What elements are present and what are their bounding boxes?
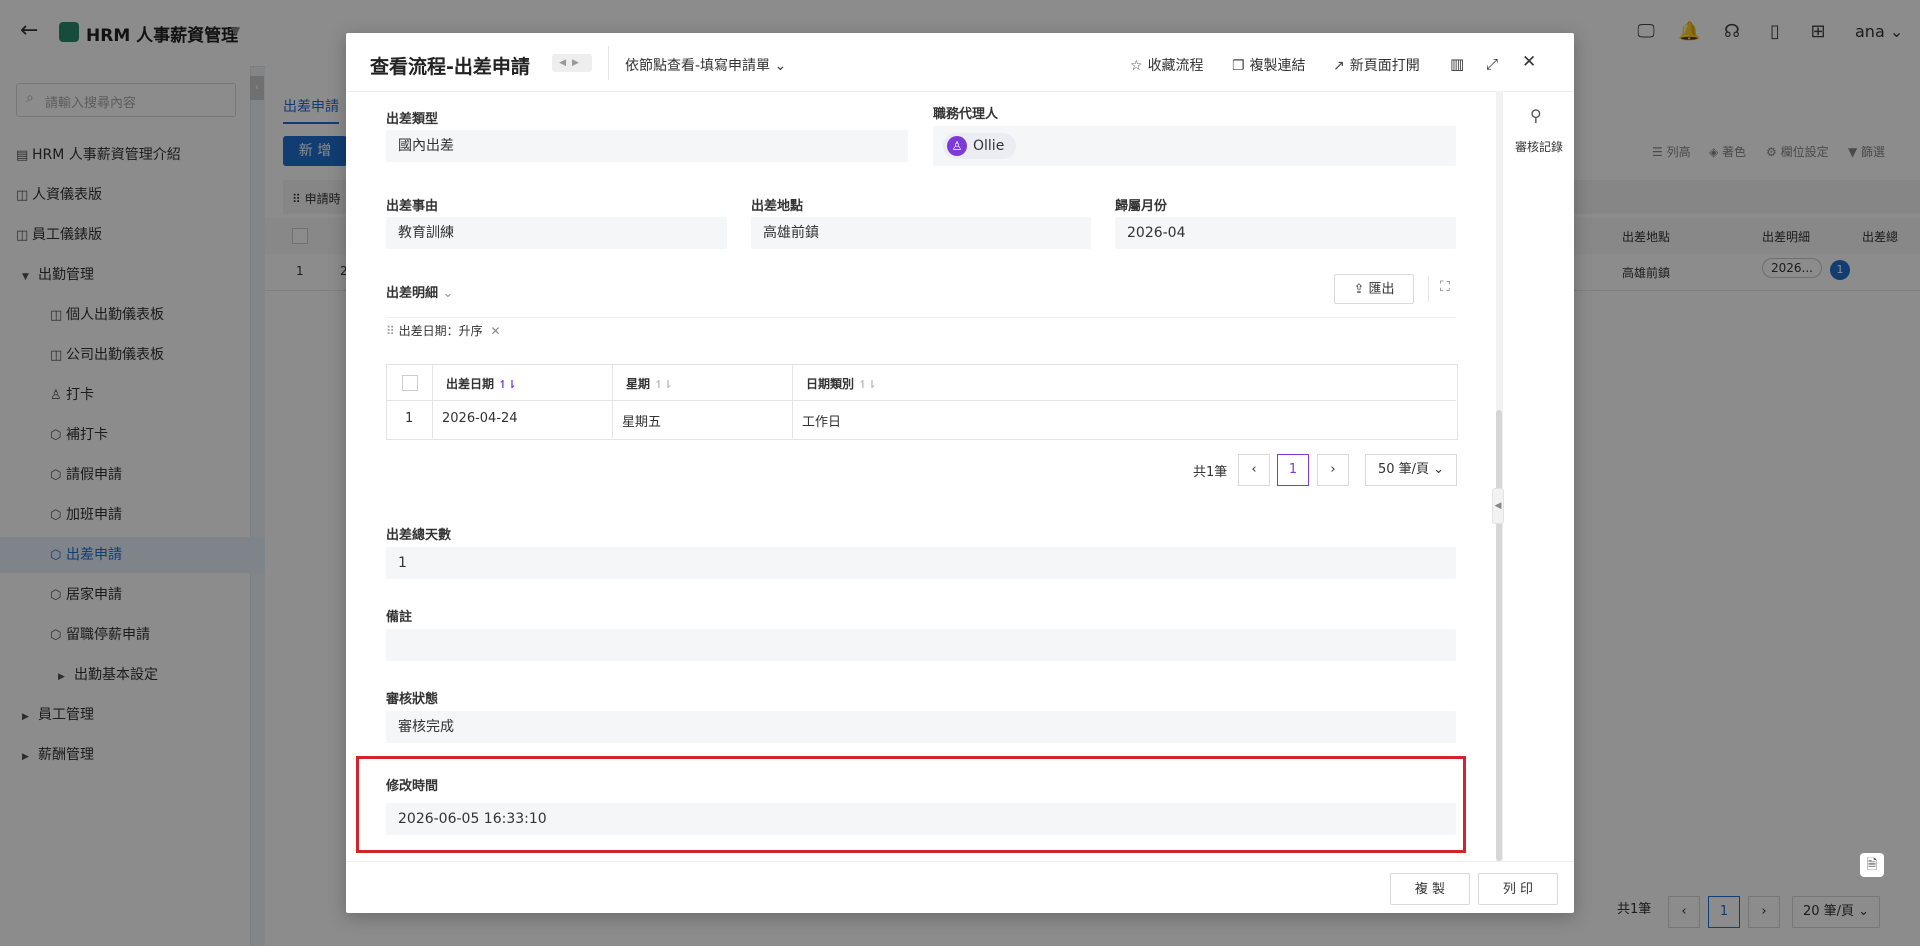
prev-page-button[interactable]: ‹ <box>1238 454 1270 486</box>
select-all-checkbox[interactable] <box>402 375 418 391</box>
total-days-field[interactable]: 1 <box>386 547 1456 579</box>
fullscreen-icon[interactable]: ⤢ <box>1486 55 1498 73</box>
copy-button[interactable]: 複 製 <box>1390 873 1470 905</box>
prev-next-arrows-icon[interactable]: ◀▶ <box>552 54 592 72</box>
sort-icon[interactable]: ↿⇂ <box>654 378 672 391</box>
document-icon[interactable]: 🗎 <box>1860 853 1884 877</box>
table-divider <box>386 400 1456 401</box>
month-field[interactable]: 2026-04 <box>1115 217 1456 249</box>
location-field[interactable]: 高雄前鎮 <box>751 217 1091 249</box>
detail-label[interactable]: 出差明細 ⌄ <box>386 282 453 301</box>
status-label: 審核狀態 <box>386 692 439 707</box>
favorite-button[interactable]: ☆ 收藏流程 <box>1130 55 1204 75</box>
column-header-date-type[interactable]: 日期類別 ↿⇂ <box>806 375 877 392</box>
status-field[interactable]: 審核完成 <box>386 711 1456 743</box>
avatar-icon: ♙ <box>947 136 967 156</box>
star-icon: ☆ <box>1130 58 1143 74</box>
location-label: 出差地點 <box>751 199 804 214</box>
reason-label: 出差事由 <box>386 199 439 214</box>
remark-label: 備註 <box>386 610 413 625</box>
table-divider <box>792 364 793 438</box>
divider <box>608 46 609 80</box>
table-divider <box>432 364 433 438</box>
splitter-handle-icon[interactable]: ◀ <box>1492 488 1504 524</box>
close-icon[interactable]: ✕ <box>1522 52 1536 72</box>
row-cell-date: 2026-04-24 <box>442 411 518 426</box>
divider <box>1428 276 1429 302</box>
side-panel <box>1502 91 1575 861</box>
column-header-date[interactable]: 出差日期 ↿⇂ <box>446 375 517 392</box>
expand-icon[interactable]: ⛶ <box>1440 279 1450 295</box>
scrollbar-thumb[interactable] <box>1496 410 1502 861</box>
copy-link-button[interactable]: ❐ 複製連結 <box>1232 55 1306 75</box>
divider <box>386 317 1456 318</box>
modal-title: 查看流程-出差申請 <box>370 56 530 78</box>
reason-field[interactable]: 教育訓練 <box>386 217 727 249</box>
print-button[interactable]: 列 印 <box>1478 873 1558 905</box>
view-mode-select[interactable]: 依節點查看-填寫申請單 ⌄ <box>625 55 786 75</box>
table-divider <box>612 364 613 438</box>
agent-label: 職務代理人 <box>933 107 999 122</box>
open-new-page-button[interactable]: ↗ 新頁面打開 <box>1333 55 1420 75</box>
highlight-box <box>356 756 1466 853</box>
stamp-icon[interactable]: ⚲ <box>1530 106 1542 125</box>
chevron-down-icon: ⌄ <box>442 286 454 301</box>
column-header-weekday[interactable]: 星期 ↿⇂ <box>626 375 673 392</box>
audit-log-button[interactable]: 審核記錄 <box>1515 138 1563 155</box>
sort-chip[interactable]: ⠿ 出差日期：升序 ✕ <box>386 320 501 342</box>
next-page-button[interactable]: › <box>1317 454 1349 486</box>
page-button[interactable]: 1 <box>1277 454 1309 486</box>
drag-handle-icon: ⠿ <box>386 324 395 338</box>
total-days-label: 出差總天數 <box>386 528 452 543</box>
sort-icon[interactable]: ↿⇂ <box>498 378 516 391</box>
month-label: 歸屬月份 <box>1115 199 1168 214</box>
detail-pager-total: 共1筆 <box>1193 465 1228 480</box>
sort-icon[interactable]: ↿⇂ <box>858 378 876 391</box>
row-index: 1 <box>405 411 414 426</box>
agent-chip[interactable]: ♙ Ollie <box>943 133 1017 159</box>
external-link-icon: ↗ <box>1333 58 1345 74</box>
trip-type-field[interactable]: 國內出差 <box>386 130 908 162</box>
row-cell-weekday: 星期五 <box>622 415 662 430</box>
copy-icon: ❐ <box>1232 58 1245 74</box>
remark-field[interactable] <box>386 629 1456 661</box>
close-icon[interactable]: ✕ <box>490 324 500 338</box>
detail-table <box>386 364 1458 440</box>
row-cell-date-type: 工作日 <box>802 415 842 430</box>
panel-toggle-icon[interactable]: ▥ <box>1450 55 1464 73</box>
trip-type-label: 出差類型 <box>386 112 439 127</box>
page-size-select[interactable]: 50 筆/頁 ⌄ <box>1365 454 1457 486</box>
export-button[interactable]: ⇪ 匯出 <box>1334 274 1414 304</box>
